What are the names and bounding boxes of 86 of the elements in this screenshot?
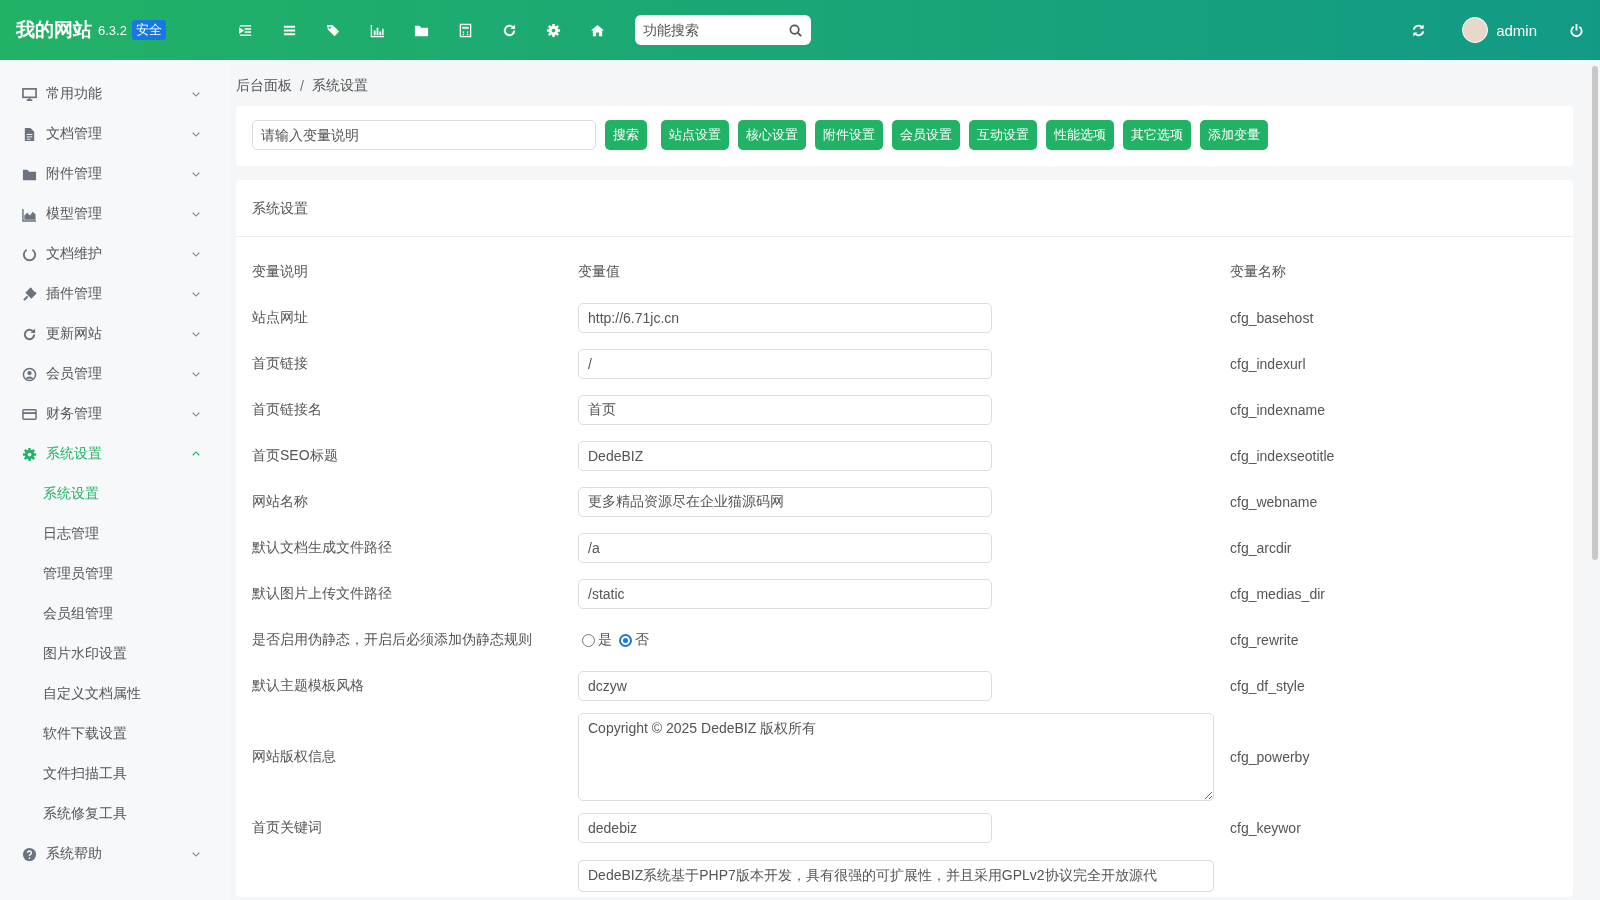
- setting-label: 网站名称: [252, 493, 308, 511]
- variable-name: cfg_powerby: [1230, 749, 1310, 765]
- value-field[interactable]: /a: [578, 533, 992, 563]
- version-text: 6.3.2: [98, 22, 127, 38]
- credit-card-icon: [22, 406, 37, 422]
- document-icon: [22, 126, 37, 142]
- sidebar-item[interactable]: 附件管理: [0, 154, 230, 194]
- setting-label: 首页关键词: [252, 819, 322, 837]
- value-field[interactable]: dczyw: [578, 671, 992, 701]
- sidebar-item[interactable]: 文档维护: [0, 234, 230, 274]
- column-header: 变量值: [578, 263, 620, 281]
- breadcrumb-item[interactable]: 系统设置: [311, 77, 368, 95]
- value-field[interactable]: dedebiz: [578, 813, 992, 843]
- question-icon: [22, 846, 37, 862]
- home-icon: [589, 22, 605, 38]
- value-textarea[interactable]: DedeBIZ系统基于PHP7版本开发，具有很强的可扩展性，并且采用GPLv2协议完全开放源代: [578, 860, 1214, 892]
- power-icon: [1569, 22, 1584, 38]
- breadcrumb-separator: /: [300, 78, 304, 94]
- setting-label: 默认图片上传文件路径: [252, 585, 392, 603]
- sidebar-item[interactable]: 会员管理: [0, 354, 230, 394]
- variable-name: cfg_webname: [1230, 494, 1318, 510]
- gear-icon: [22, 446, 37, 462]
- value-field[interactable]: /static: [578, 579, 992, 609]
- card-title: 系统设置: [252, 200, 308, 216]
- sidebar-subitem[interactable]: 自定义文档属性: [0, 674, 230, 714]
- value-textarea[interactable]: Copyright © 2025 DedeBIZ 版权所有: [578, 713, 1214, 801]
- sidebar-subitem[interactable]: 文件扫描工具: [0, 754, 230, 794]
- plug-icon: [22, 286, 37, 302]
- setting-label: 站点网址: [252, 309, 308, 327]
- bar-chart-icon: [369, 22, 385, 38]
- sidebar-item[interactable]: 插件管理: [0, 274, 230, 314]
- refresh-icon: [1411, 22, 1427, 38]
- value-field[interactable]: 首页: [578, 395, 992, 425]
- variable-name: cfg_indexseotitle: [1230, 448, 1335, 464]
- variable-name: cfg_medias_dir: [1230, 586, 1325, 602]
- sidebar-subitem[interactable]: 图片水印设置: [0, 634, 230, 674]
- setting-label: 首页链接名: [252, 401, 322, 419]
- sidebar-item[interactable]: 常用功能: [0, 74, 230, 114]
- sidebar-item[interactable]: 财务管理: [0, 394, 230, 434]
- value-field[interactable]: 更多精品资源尽在企业猫源码网: [578, 487, 992, 517]
- variable-name: cfg_keywor: [1230, 820, 1301, 836]
- value-field[interactable]: /: [578, 349, 992, 379]
- column-header: 变量名称: [1230, 263, 1286, 281]
- user-circle-icon: [22, 366, 37, 382]
- variable-search-field[interactable]: 请输入变量说明: [252, 120, 596, 150]
- area-chart-icon: [22, 206, 37, 222]
- search-field[interactable]: 功能搜索: [634, 15, 811, 45]
- status-badge: 安全: [131, 20, 166, 40]
- tags-icon: [325, 22, 341, 38]
- sidebar-item[interactable]: 文档管理: [0, 114, 230, 154]
- sidebar-subitem[interactable]: 软件下载设置: [0, 714, 230, 754]
- variable-name: cfg_rewrite: [1230, 632, 1299, 648]
- sidebar-item[interactable]: 模型管理: [0, 194, 230, 234]
- monitor-icon: [22, 86, 37, 102]
- column-header: 变量说明: [252, 263, 308, 281]
- avatar[interactable]: [1462, 17, 1489, 43]
- setting-label: 首页SEO标题: [252, 447, 338, 465]
- setting-label: 首页链接: [252, 355, 308, 373]
- refresh-icon: [501, 22, 517, 38]
- radio-option[interactable]: 是: [578, 631, 612, 649]
- sidebar-subitem[interactable]: 管理员管理: [0, 554, 230, 594]
- sidebar-subitem[interactable]: 日志管理: [0, 514, 230, 554]
- setting-label: 默认主题模板风格: [252, 677, 364, 695]
- refresh-icon: [22, 326, 37, 342]
- site-logo-text: 我的网站: [16, 18, 92, 42]
- calculator-icon: [457, 22, 473, 38]
- sidebar-subitem[interactable]: 系统修复工具: [0, 794, 230, 834]
- setting-label: 默认文档生成文件路径: [252, 539, 392, 557]
- variable-name: cfg_arcdir: [1230, 540, 1292, 556]
- sidebar-item[interactable]: 系统帮助: [0, 834, 230, 874]
- setting-label: 网站版权信息: [252, 748, 336, 766]
- sidebar-item[interactable]: 更新网站: [0, 314, 230, 354]
- value-field[interactable]: http://6.71jc.cn: [578, 303, 992, 333]
- variable-name: cfg_basehost: [1230, 310, 1314, 326]
- variable-name: cfg_indexname: [1230, 402, 1325, 418]
- value-field[interactable]: DedeBIZ: [578, 441, 992, 471]
- setting-label: 是否启用伪静态，开启后必须添加伪静态规则: [252, 631, 532, 649]
- radio-option[interactable]: 否: [615, 631, 649, 649]
- breadcrumb-item[interactable]: 后台面板: [236, 77, 292, 95]
- scrollbar[interactable]: [1592, 66, 1598, 560]
- indent-icon: [237, 22, 253, 38]
- sidebar-subitem[interactable]: 会员组管理: [0, 594, 230, 634]
- variable-name: cfg_indexurl: [1230, 356, 1306, 372]
- variable-name: cfg_df_style: [1230, 678, 1305, 694]
- search-icon: [787, 22, 803, 38]
- settings-icon: [545, 22, 561, 38]
